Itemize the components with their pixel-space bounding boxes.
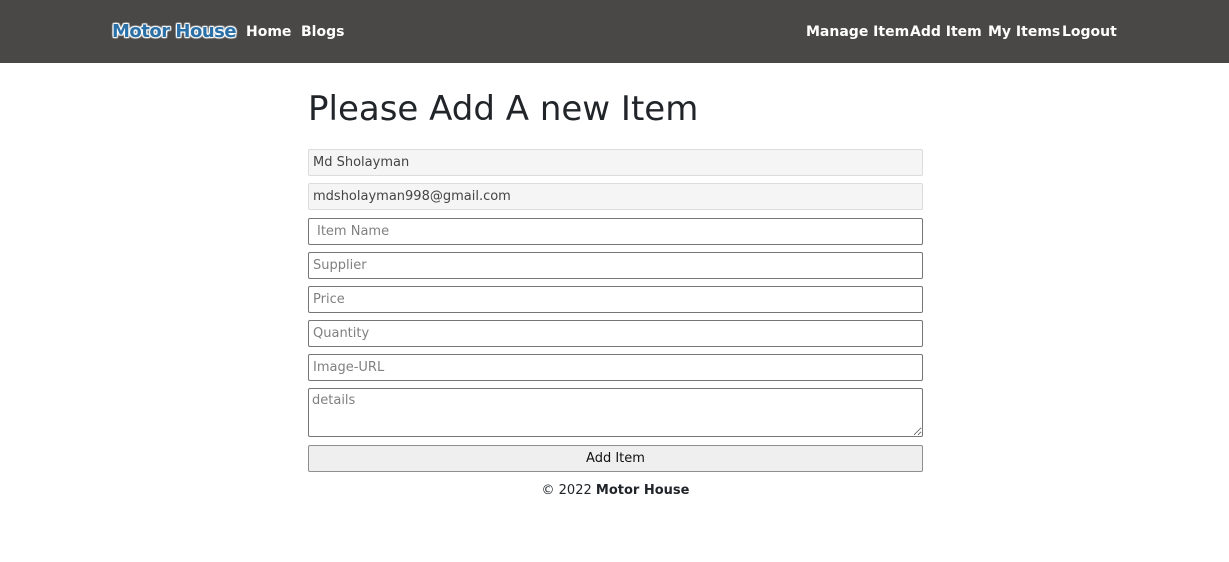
nav-link-logout[interactable]: Logout [1062,23,1117,41]
footer-copyright: © 2022 [541,483,592,498]
nav-link-blogs[interactable]: Blogs [301,23,344,41]
quantity-input[interactable] [308,320,923,347]
user-email-field[interactable] [308,183,923,210]
page-title: Please Add A new Item [308,89,699,129]
nav-link-manage-item[interactable]: Manage Item [806,23,909,41]
image-url-input[interactable] [308,354,923,381]
footer-brand: Motor House [595,483,690,498]
nav-link-my-items[interactable]: My Items [988,23,1060,41]
add-item-button[interactable]: Add Item [308,445,923,472]
footer: © 2022 Motor House [308,483,923,499]
nav-link-home[interactable]: Home [246,23,291,41]
nav-link-add-item[interactable]: Add Item [910,23,982,41]
supplier-input[interactable] [308,252,923,279]
top-navbar: Motor House Home Blogs Manage Item Add I… [0,0,1229,63]
item-name-input[interactable] [308,218,923,245]
details-textarea[interactable] [308,388,923,437]
brand-logo[interactable]: Motor House [112,20,237,44]
user-name-field[interactable] [308,149,923,176]
price-input[interactable] [308,286,923,313]
